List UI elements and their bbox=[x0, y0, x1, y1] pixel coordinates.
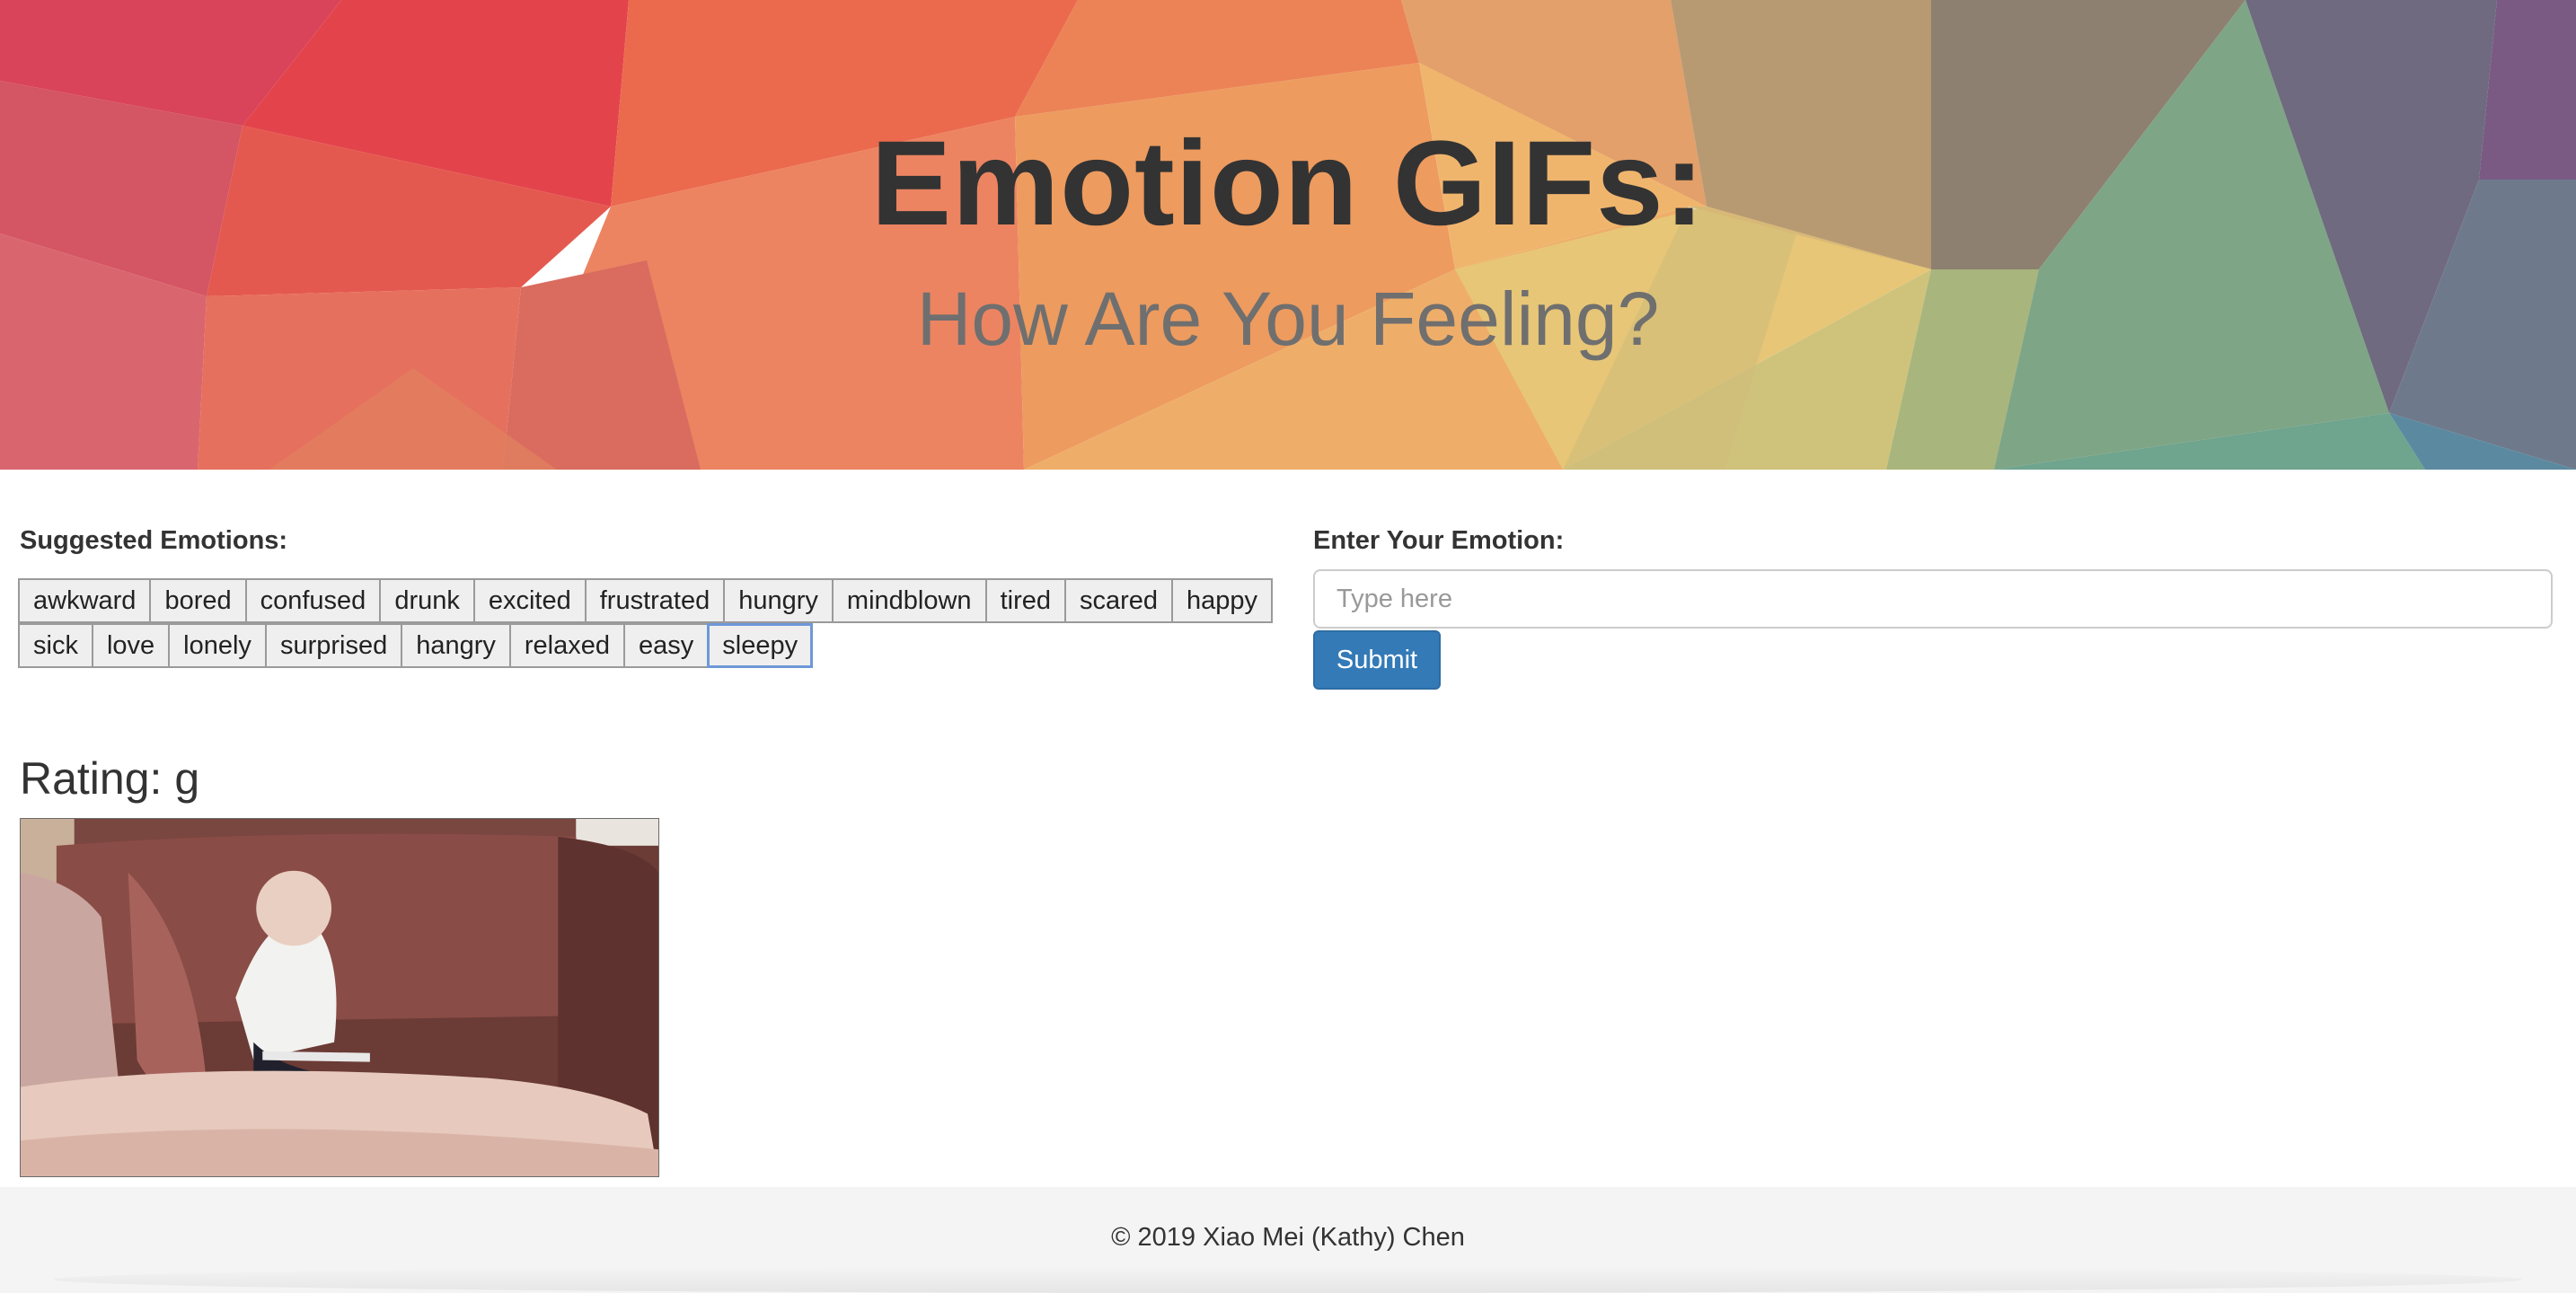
emotion-button-frustrated[interactable]: frustrated bbox=[584, 578, 726, 623]
footer-copyright: © 2019 Xiao Mei (Kathy) Chen bbox=[1111, 1223, 1465, 1252]
enter-emotion-label: Enter Your Emotion: bbox=[1313, 526, 1565, 555]
gif-rating: Rating: g bbox=[20, 753, 200, 804]
emotion-button-confused[interactable]: confused bbox=[244, 578, 382, 623]
emotion-button-drunk[interactable]: drunk bbox=[379, 578, 475, 623]
gif-frame-illustration bbox=[21, 819, 658, 1176]
emotion-button-easy[interactable]: easy bbox=[623, 623, 710, 668]
emotion-button-scared[interactable]: scared bbox=[1063, 578, 1174, 623]
emotion-button-relaxed[interactable]: relaxed bbox=[508, 623, 626, 668]
hero-banner: Emotion GIFs: How Are You Feeling? bbox=[0, 0, 2576, 470]
emotion-input[interactable] bbox=[1313, 569, 2553, 629]
page-subtitle: How Are You Feeling? bbox=[916, 277, 1660, 361]
emotion-button-awkward[interactable]: awkward bbox=[18, 578, 152, 623]
emotion-button-mindblown[interactable]: mindblown bbox=[831, 578, 987, 623]
submit-button[interactable]: Submit bbox=[1313, 630, 1441, 690]
emotion-button-surprised[interactable]: surprised bbox=[264, 623, 403, 668]
emotion-button-happy[interactable]: happy bbox=[1171, 578, 1274, 623]
emotion-button-bored[interactable]: bored bbox=[149, 578, 247, 623]
suggested-emotions-label: Suggested Emotions: bbox=[20, 526, 288, 555]
emotion-button-sleepy[interactable]: sleepy bbox=[707, 623, 814, 668]
emotion-row-2: sick love lonely surprised hangry relaxe… bbox=[18, 623, 814, 668]
emotion-row-1: awkward bored confused drunk excited fru… bbox=[18, 578, 1274, 623]
emotion-button-love[interactable]: love bbox=[91, 623, 171, 668]
footer: © 2019 Xiao Mei (Kathy) Chen bbox=[0, 1187, 2576, 1293]
page-title: Emotion GIFs: bbox=[870, 117, 1706, 251]
emotion-button-lonely[interactable]: lonely bbox=[168, 623, 267, 668]
emotion-button-hangry[interactable]: hangry bbox=[401, 623, 511, 668]
emotion-gif-image bbox=[20, 818, 659, 1177]
emotion-button-hungry[interactable]: hungry bbox=[723, 578, 834, 623]
emotion-button-tired[interactable]: tired bbox=[984, 578, 1066, 623]
footer-shadow bbox=[54, 1266, 2522, 1293]
suggested-emotions-group: awkward bored confused drunk excited fru… bbox=[18, 578, 1295, 668]
emotion-button-excited[interactable]: excited bbox=[472, 578, 587, 623]
emotion-button-sick[interactable]: sick bbox=[18, 623, 93, 668]
